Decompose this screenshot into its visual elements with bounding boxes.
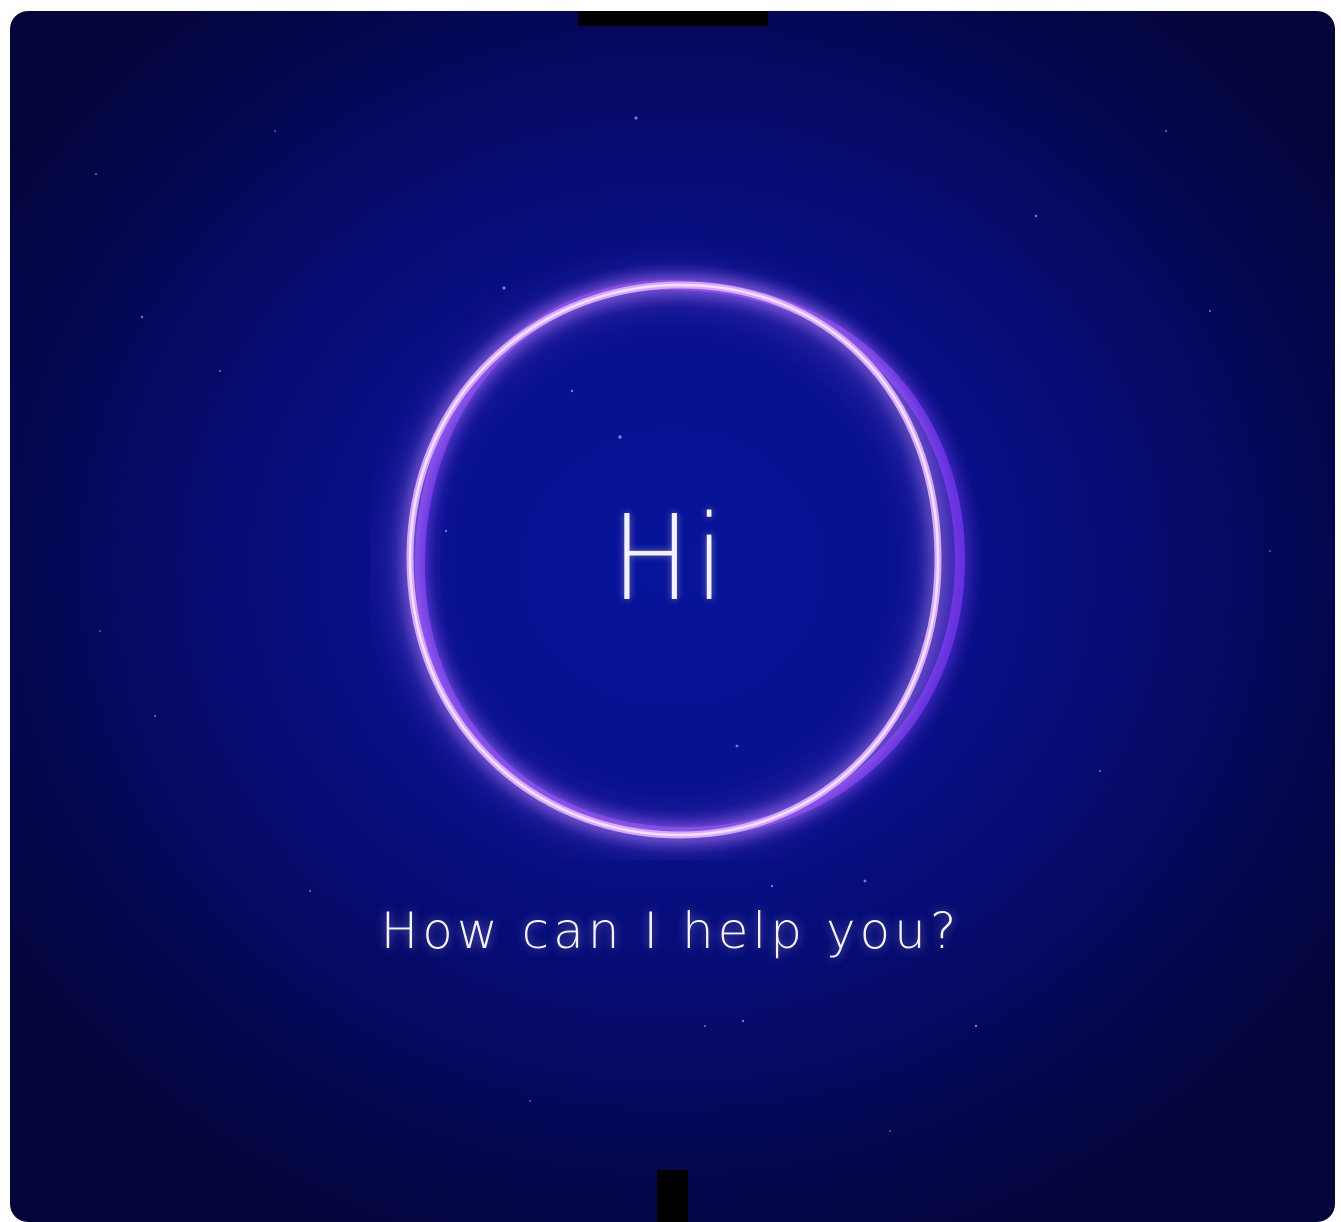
help-prompt-text: How can I help you?: [380, 902, 961, 960]
home-indicator[interactable]: [657, 1170, 688, 1222]
greeting-text: Hi: [611, 489, 730, 627]
camera-notch: [578, 11, 768, 26]
